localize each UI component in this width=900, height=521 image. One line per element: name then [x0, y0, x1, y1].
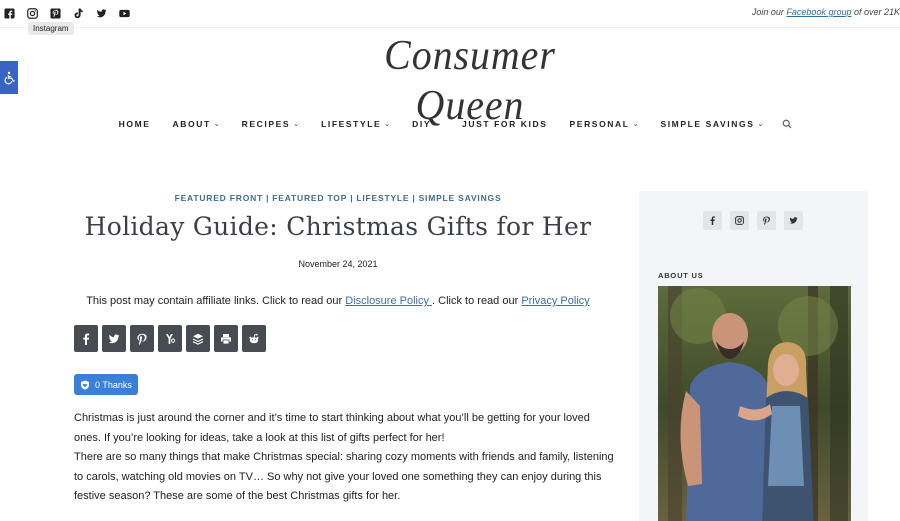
pinterest-share-button[interactable]	[130, 325, 154, 352]
print-button[interactable]	[214, 325, 238, 352]
twitter-icon	[108, 334, 120, 343]
pinterest-icon	[137, 333, 147, 345]
heart-shield-icon	[81, 380, 89, 389]
paragraph: There are so many things that make Chris…	[74, 451, 614, 503]
chevron-down-icon: ⌄	[757, 121, 764, 128]
facebook-group-promo: Join our Facebook group of over 21K	[752, 7, 900, 17]
site-logo[interactable]: Consumer Queen	[328, 30, 613, 130]
top-bar: Join our Facebook group of over 21K	[0, 0, 900, 28]
post-date: November 24, 2021	[298, 259, 378, 269]
twitter-icon	[789, 217, 798, 224]
youtube-icon[interactable]	[119, 6, 142, 20]
header-social-links	[4, 6, 142, 20]
nav-item-home[interactable]: HOME	[119, 119, 151, 129]
buffer-icon	[192, 333, 204, 345]
post-categories: FEATURED FRONT | FEATURED TOP | LIFESTYLE | SI…	[174, 193, 502, 203]
yummly-icon	[166, 333, 176, 344]
nav-item-just-for-kids[interactable]: JUST FOR KIDS	[462, 119, 548, 129]
sidebar-facebook-button[interactable]	[703, 211, 722, 230]
instagram-icon	[735, 216, 744, 225]
nav-item-personal[interactable]: PERSONAL ⌄	[570, 119, 639, 129]
sidebar-instagram-button[interactable]	[730, 211, 749, 230]
buffer-share-button[interactable]	[186, 325, 210, 352]
facebook-icon[interactable]	[4, 6, 27, 20]
instagram-icon[interactable]	[27, 6, 50, 20]
accessibility-button[interactable]	[0, 61, 18, 94]
sidebar-pinterest-button[interactable]	[757, 211, 776, 230]
category-link[interactable]: LIFESTYLE	[356, 193, 409, 203]
nav-item-lifestyle[interactable]: LIFESTYLE ⌄	[321, 119, 390, 129]
tiktok-icon[interactable]	[73, 6, 96, 20]
pinterest-icon[interactable]	[50, 6, 73, 20]
promo-prefix: Join our	[751, 7, 787, 17]
privacy-policy-link[interactable]: Privacy Policy	[521, 295, 589, 307]
logo-text: Consumer Queen	[384, 33, 556, 129]
main-navigation: HOME ABOUT ⌄ RECIPES ⌄ LIFESTYLE ⌄ DIY ⌄ JUS…	[0, 119, 900, 129]
pinterest-icon	[763, 216, 770, 225]
category-link[interactable]: FEATURED TOP	[272, 193, 347, 203]
paragraph: Christmas is just around the corner and …	[74, 412, 590, 444]
promo-suffix: of over 21K	[851, 7, 900, 17]
search-icon[interactable]	[782, 119, 792, 129]
sidebar-twitter-button[interactable]	[784, 211, 803, 230]
post-body: Christmas is just around the corner and …	[74, 409, 614, 507]
chevron-down-icon: ⌄	[434, 121, 441, 128]
share-buttons	[74, 325, 266, 352]
chevron-down-icon: ⌄	[293, 121, 300, 128]
chevron-down-icon: ⌄	[632, 121, 639, 128]
category-link[interactable]: SIMPLE SAVINGS	[419, 193, 502, 203]
thanks-button[interactable]: 0 Thanks	[74, 374, 138, 395]
sidebar-social-links	[703, 211, 803, 230]
category-link[interactable]: FEATURED FRONT	[175, 193, 263, 203]
affiliate-notice: This post may contain affiliate links. C…	[86, 295, 590, 307]
disclosure-policy-link[interactable]: Disclosure Policy	[345, 295, 432, 307]
nav-item-about[interactable]: ABOUT ⌄	[173, 119, 220, 129]
yummly-share-button[interactable]	[158, 325, 182, 352]
chevron-down-icon: ⌄	[384, 121, 391, 128]
instagram-tooltip: Instagram	[28, 22, 74, 35]
reddit-share-button[interactable]	[242, 325, 266, 352]
facebook-icon	[710, 216, 715, 225]
twitter-share-button[interactable]	[102, 325, 126, 352]
twitter-icon[interactable]	[96, 6, 119, 20]
facebook-share-button[interactable]	[74, 325, 98, 352]
printer-icon	[221, 333, 231, 344]
wheelchair-icon	[4, 71, 15, 84]
nav-item-simple-savings[interactable]: SIMPLE SAVINGS ⌄	[660, 119, 763, 129]
nav-item-recipes[interactable]: RECIPES ⌄	[242, 119, 299, 129]
about-us-photo	[658, 286, 851, 521]
about-us-heading: ABOUT US	[658, 271, 704, 280]
facebook-icon	[83, 333, 90, 345]
post-title: Holiday Guide: Christmas Gifts for Her	[84, 212, 592, 241]
thanks-count: 0 Thanks	[95, 379, 132, 390]
nav-item-diy[interactable]: DIY ⌄	[412, 119, 440, 129]
reddit-icon	[249, 333, 259, 343]
chevron-down-icon: ⌄	[213, 121, 220, 128]
facebook-group-link[interactable]: Facebook group	[786, 7, 851, 17]
sidebar: ABOUT US	[639, 191, 868, 521]
